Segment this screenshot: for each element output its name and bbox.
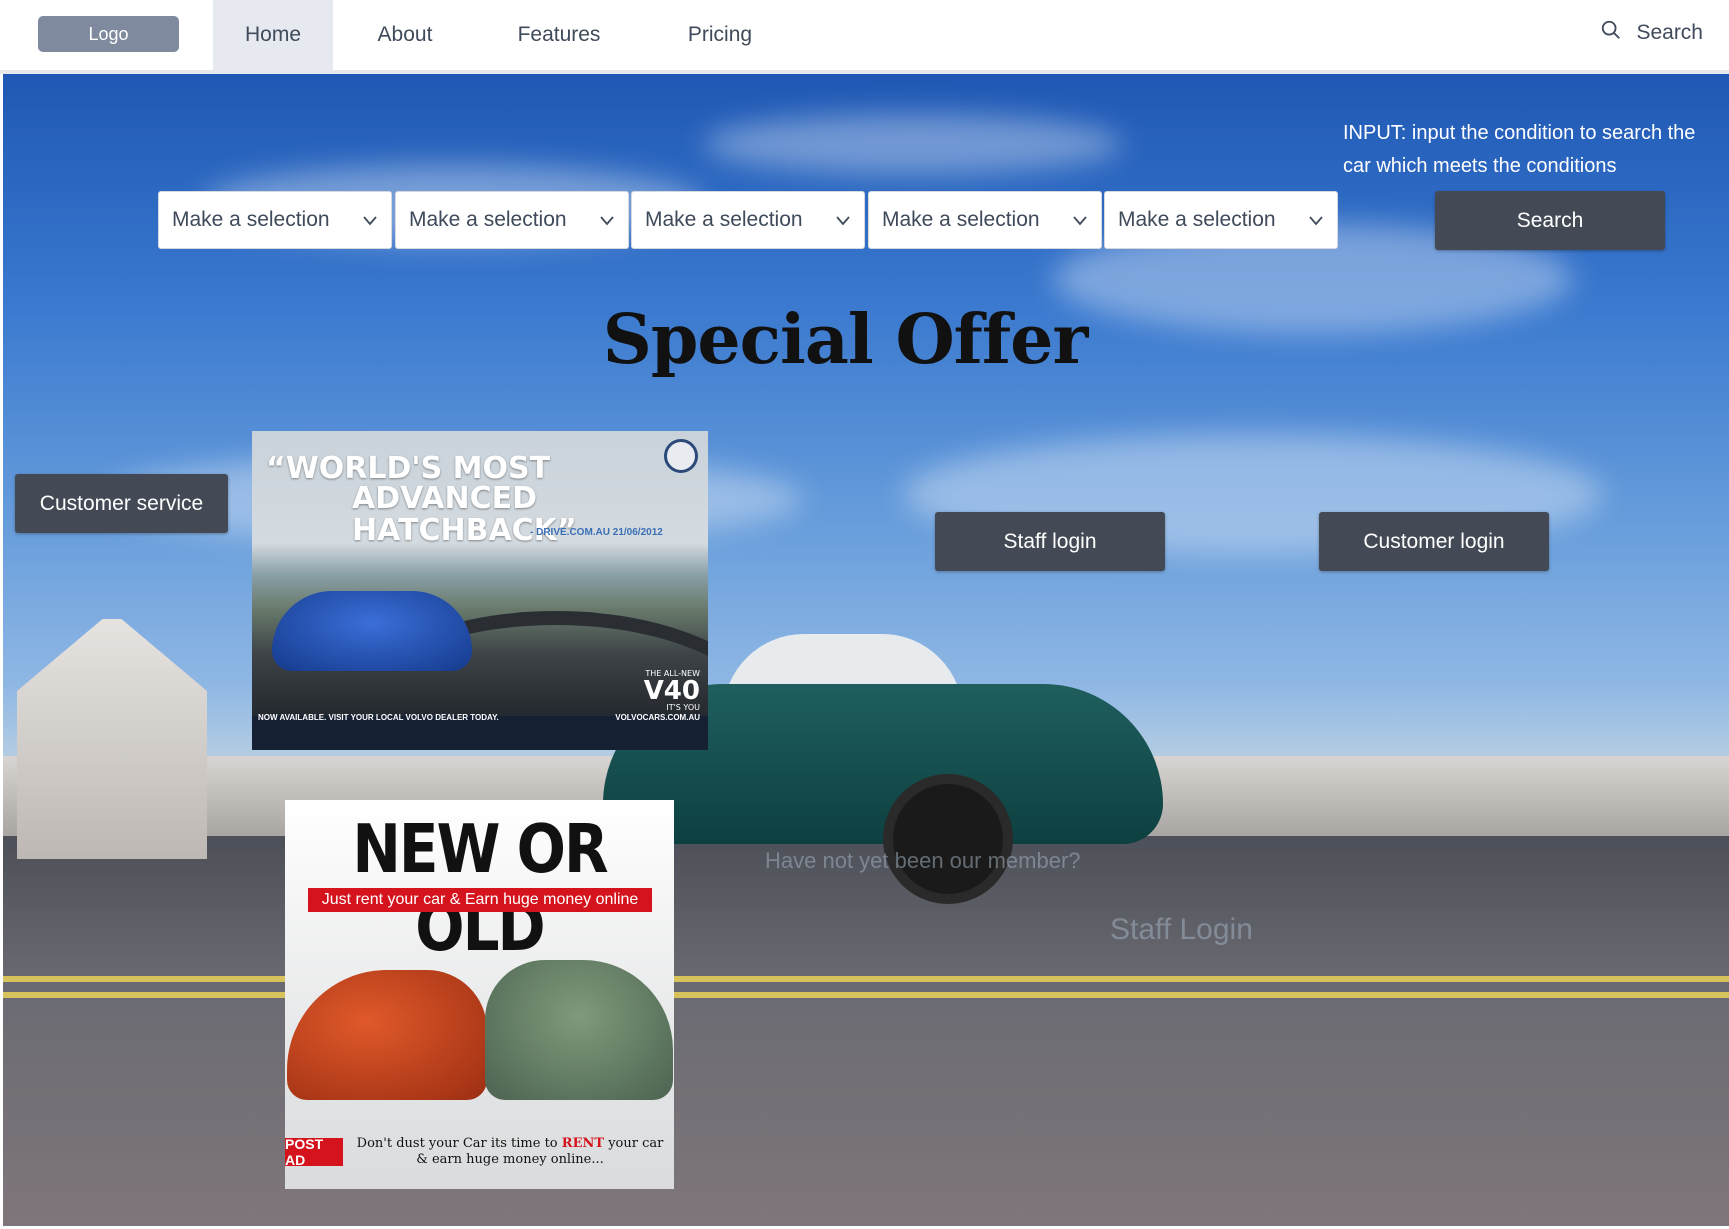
logo[interactable]: Logo: [38, 16, 179, 52]
chevron-down-icon: [1073, 216, 1087, 226]
blue-car-image: [272, 591, 472, 671]
ad-tagline: Don't dust your Car its time to RENT you…: [356, 1136, 664, 1167]
road-line: [3, 976, 1729, 982]
ad-source: - DRIVE.COM.AU 21/06/2012: [530, 527, 663, 538]
top-navbar: Logo Home About Features Pricing Search: [0, 0, 1729, 70]
rent-ad-banner[interactable]: NEW OR OLD Just rent your car & Earn hug…: [285, 800, 674, 1189]
staff-login-link[interactable]: Staff Login: [1110, 913, 1253, 947]
cloud: [703, 114, 1123, 174]
nav-item-features[interactable]: Features: [500, 0, 618, 70]
car-wheel: [883, 774, 1013, 904]
filter-select-3[interactable]: Make a selection: [631, 191, 865, 249]
old-car-image: [485, 960, 673, 1100]
nav-search[interactable]: Search: [1600, 0, 1703, 66]
volvo-logo-icon: [664, 439, 698, 473]
volvo-ad-banner[interactable]: “WORLD'S MOST ADVANCED HATCHBACK” - DRIV…: [252, 431, 708, 750]
ad-model: THE ALL-NEW V40 IT'S YOU: [643, 669, 700, 712]
search-button[interactable]: Search: [1435, 191, 1665, 250]
ad-footer-left: NOW AVAILABLE. VISIT YOUR LOCAL VOLVO DE…: [258, 713, 499, 722]
nav-search-label: Search: [1636, 21, 1703, 44]
filter-select-4[interactable]: Make a selection: [868, 191, 1102, 249]
select-value: Make a selection: [409, 208, 567, 231]
customer-login-button[interactable]: Customer login: [1319, 512, 1549, 571]
member-prompt[interactable]: Have not yet been our member?: [765, 848, 1081, 874]
new-car-image: [287, 970, 487, 1100]
nav-item-home[interactable]: Home: [213, 0, 333, 70]
select-value: Make a selection: [645, 208, 803, 231]
chevron-down-icon: [1309, 216, 1323, 226]
select-value: Make a selection: [172, 208, 330, 231]
staff-login-button[interactable]: Staff login: [935, 512, 1165, 571]
road-line: [3, 992, 1729, 998]
search-icon: [1600, 19, 1622, 47]
customer-service-button[interactable]: Customer service: [15, 474, 228, 533]
page-title: Special Offer: [602, 300, 1089, 380]
nav-item-about[interactable]: About: [350, 0, 460, 70]
select-value: Make a selection: [1118, 208, 1276, 231]
chevron-down-icon: [600, 216, 614, 226]
filter-select-2[interactable]: Make a selection: [395, 191, 629, 249]
search-hint: INPUT: input the condition to search the…: [1343, 122, 1696, 177]
ad-red-banner: Just rent your car & Earn huge money onl…: [308, 888, 652, 912]
chevron-down-icon: [363, 216, 377, 226]
filter-select-5[interactable]: Make a selection: [1104, 191, 1338, 249]
post-ad-badge: POST AD: [285, 1136, 343, 1168]
nav-item-pricing[interactable]: Pricing: [668, 0, 772, 70]
stone-pillar: [17, 619, 207, 859]
ad-footer-right: VOLVOCARS.COM.AU: [615, 713, 700, 722]
road: [3, 836, 1729, 1226]
chevron-down-icon: [836, 216, 850, 226]
filter-select-1[interactable]: Make a selection: [158, 191, 392, 249]
select-value: Make a selection: [882, 208, 1040, 231]
